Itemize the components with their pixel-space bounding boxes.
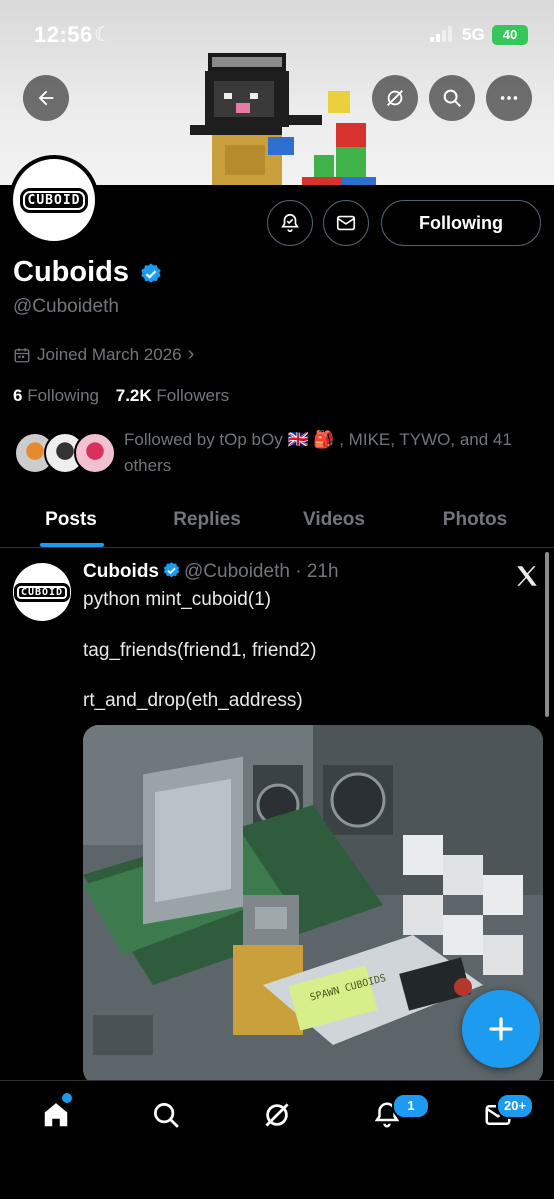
bell-check-icon [281, 213, 299, 233]
following-button[interactable]: Following [381, 200, 541, 246]
followed-by-avatars[interactable] [14, 432, 116, 476]
followed-by-text[interactable]: Followed by tOp bOy 🇬🇧 🎒 , MIKE, TYWO, a… [124, 427, 534, 479]
active-tab-indicator [40, 543, 104, 547]
followers-count: 7.2K [115, 386, 152, 405]
battery-icon: 40 [492, 25, 528, 45]
joined-text: Joined March 2026 [37, 344, 182, 364]
calendar-icon [14, 347, 30, 362]
nav-search[interactable] [146, 1095, 186, 1135]
post-text-line: python mint_cuboid(1) [83, 589, 271, 610]
envelope-icon [336, 215, 356, 231]
home-icon [44, 1103, 68, 1127]
status-bar: 12:56 ☾ 5G 40 [0, 0, 554, 70]
profile-tabs: Posts Replies Videos Photos [0, 492, 554, 548]
verified-badge-icon [163, 562, 180, 578]
notifications-subscribe-button[interactable] [267, 200, 313, 246]
followers-label: Followers [156, 386, 230, 405]
verified-badge-icon[interactable] [139, 262, 163, 286]
avatar-logo: CUBOID [19, 187, 89, 213]
network-type: 5G [462, 25, 485, 44]
plus-icon [489, 1017, 513, 1041]
follow-stats: 6 Following 7.2K Followers [13, 386, 229, 406]
cell-signal-icon [430, 26, 456, 42]
search-button[interactable] [429, 75, 475, 121]
profile-avatar[interactable]: CUBOID [9, 155, 99, 245]
joined-date[interactable]: Joined March 2026 › [13, 343, 194, 366]
profile-banner[interactable]: 12:56 ☾ 5G 40 [0, 0, 554, 185]
post-author-name[interactable]: Cuboids [83, 561, 159, 582]
following-count: 6 [13, 386, 23, 405]
following-link[interactable]: 6 Following [13, 386, 99, 405]
follower-avatar [74, 432, 116, 474]
more-button[interactable] [486, 75, 532, 121]
tab-posts[interactable]: Posts [0, 492, 142, 548]
post-avatar-logo: CUBOID [13, 582, 71, 602]
nav-grok[interactable] [257, 1095, 297, 1135]
post-header: Cuboids @Cuboideth · 21h [83, 561, 339, 583]
tab-replies[interactable]: Replies [142, 492, 272, 548]
profile-name: Cuboids [13, 256, 129, 288]
post-text-line: tag_friends(friend1, friend2) [83, 640, 317, 661]
post-separator: · [289, 561, 307, 582]
scrollbar[interactable] [545, 552, 549, 717]
post-timestamp[interactable]: 21h [307, 561, 339, 582]
profile-handle: @Cuboideth [13, 296, 119, 317]
chevron-right-icon: › [187, 343, 195, 365]
notifications-badge: 1 [392, 1093, 430, 1119]
followers-link[interactable]: 7.2K Followers [116, 386, 229, 405]
grok-icon [387, 90, 403, 106]
arrow-left-icon [38, 90, 54, 106]
message-button[interactable] [323, 200, 369, 246]
search-icon [154, 1103, 179, 1128]
messages-badge: 20+ [496, 1093, 535, 1119]
post-author-handle[interactable]: @Cuboideth [184, 561, 290, 582]
more-dots-icon [500, 96, 518, 100]
battery-level: 40 [502, 27, 518, 42]
back-button[interactable] [23, 75, 69, 121]
home-unread-dot [62, 1093, 72, 1103]
status-time: 12:56 [34, 22, 93, 47]
grok-button[interactable] [372, 75, 418, 121]
search-icon [443, 89, 461, 107]
focus-moon-icon: ☾ [94, 24, 112, 46]
compose-post-button[interactable] [462, 990, 540, 1068]
tab-videos[interactable]: Videos [272, 492, 396, 548]
post-text-line: rt_and_drop(eth_address) [83, 690, 303, 711]
tab-photos[interactable]: Photos [396, 492, 554, 548]
post-author-avatar[interactable]: CUBOID [13, 563, 71, 621]
x-logo-icon [517, 566, 537, 586]
grok-icon [265, 1103, 289, 1127]
bottom-navigation: 1 20+ [0, 1080, 554, 1199]
following-label: Following [27, 386, 100, 405]
